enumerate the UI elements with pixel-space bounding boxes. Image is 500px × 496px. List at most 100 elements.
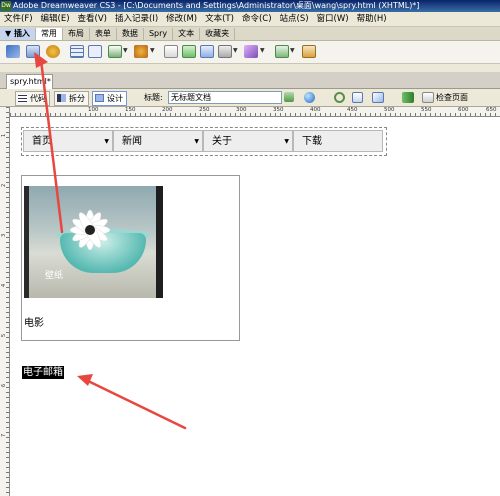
file-management-icon[interactable] — [284, 92, 294, 102]
menu-item-download[interactable]: 下载 — [293, 130, 383, 152]
menu-site[interactable]: 站点(S) — [276, 12, 313, 26]
check-page-button[interactable]: 检查页面 — [436, 91, 468, 104]
panel-gap — [0, 64, 500, 72]
comment-icon[interactable] — [200, 45, 214, 58]
ruler-tick-label: 200 — [162, 107, 173, 113]
selected-email-text[interactable]: 电子邮箱 — [22, 366, 64, 379]
submenu-arrow-icon: ▼ — [194, 138, 199, 145]
menu-item-news[interactable]: 新闻 ▼ — [113, 130, 203, 152]
tab-text[interactable]: 文本 — [173, 28, 201, 40]
photo-right-border — [156, 186, 163, 298]
design-view-button[interactable]: 设计 — [92, 91, 127, 106]
ruler-tick-label: 600 — [458, 107, 469, 113]
insert-icon-toolbar: ▼ ▼ ▼ ▼ ▼ — [0, 41, 500, 64]
hyperlink-icon[interactable] — [6, 45, 20, 58]
insert-bar: ▼ 插入 常用 布局 表单 数据 Spry 文本 收藏夹 — [0, 27, 500, 41]
validate-markup-icon[interactable] — [402, 92, 414, 103]
menu-file[interactable]: 文件(F) — [0, 12, 37, 26]
named-anchor-icon[interactable] — [46, 45, 60, 58]
ruler-tick-label: 500 — [384, 107, 395, 113]
vertical-ruler: 1 2 3 4 5 6 7 — [0, 107, 10, 496]
menu-help[interactable]: 帮助(H) — [353, 12, 391, 26]
spry-menu-bar[interactable]: 首页 ▼ 新闻 ▼ 关于 ▼ 下载 — [21, 127, 387, 156]
date-icon[interactable] — [164, 45, 178, 58]
submenu-item-movie[interactable]: 电影 — [24, 314, 44, 329]
submenu-arrow-icon: ▼ — [104, 138, 109, 145]
media-icon[interactable] — [134, 45, 148, 58]
script-icon[interactable] — [244, 45, 258, 58]
menu-commands[interactable]: 命令(C) — [238, 12, 276, 26]
code-view-button[interactable]: 代码 — [15, 91, 50, 106]
ruler-tick-label: 6 — [1, 383, 7, 387]
email-link-icon[interactable] — [26, 45, 40, 58]
split-view-button[interactable]: 拆分 — [54, 91, 89, 106]
submenu-arrow-icon: ▼ — [284, 138, 289, 145]
script-dropdown-icon[interactable]: ▼ — [260, 47, 265, 54]
tab-spry[interactable]: Spry — [144, 28, 174, 40]
insert-panel-toggle[interactable]: ▼ 插入 — [0, 28, 36, 40]
head-dropdown-icon[interactable]: ▼ — [233, 47, 238, 54]
tab-data[interactable]: 数据 — [117, 28, 144, 40]
page-title-input[interactable] — [168, 91, 282, 104]
templates-dropdown-icon[interactable]: ▼ — [290, 47, 295, 54]
ruler-tick-label: 300 — [236, 107, 247, 113]
table-icon[interactable] — [70, 45, 84, 58]
split-view-label: 拆分 — [69, 94, 85, 103]
document-toolbar: 代码 拆分 设计 标题: 检查页面 — [0, 89, 500, 107]
menu-item-label: 首页 — [32, 136, 52, 147]
tag-chooser-icon[interactable] — [302, 45, 316, 58]
refresh-design-view-icon[interactable] — [334, 92, 345, 103]
tab-layout[interactable]: 布局 — [63, 28, 90, 40]
menu-item-label: 关于 — [212, 136, 232, 147]
document-tab-strip: spry.html* — [0, 72, 500, 89]
server-side-include-icon[interactable] — [182, 45, 196, 58]
preview-in-browser-icon[interactable] — [304, 92, 315, 103]
page-title-label: 标题: — [144, 93, 163, 102]
code-view-icon — [18, 94, 27, 102]
document-tab[interactable]: spry.html* — [6, 74, 53, 89]
daisy-flower-image — [69, 209, 111, 251]
code-view-label: 代码 — [30, 94, 46, 103]
ruler-tick-label: 550 — [421, 107, 432, 113]
visual-aids-icon[interactable] — [372, 92, 384, 103]
check-browser-compatibility-icon[interactable] — [422, 92, 434, 103]
ruler-tick-label: 4 — [1, 283, 7, 287]
ruler-tick-label: 250 — [199, 107, 210, 113]
ruler-tick-label: 350 — [273, 107, 284, 113]
templates-icon[interactable] — [275, 45, 289, 58]
ruler-tick-label: 3 — [1, 233, 7, 237]
tab-favorites[interactable]: 收藏夹 — [200, 28, 236, 40]
ruler-tick-label: 100 — [88, 107, 99, 113]
design-view-icon — [95, 94, 104, 102]
head-tag-icon[interactable] — [218, 45, 232, 58]
horizontal-ruler: 100 150 200 250 300 350 400 450 500 550 … — [10, 107, 500, 117]
image-dropdown-icon[interactable]: ▼ — [123, 47, 128, 54]
menu-item-home[interactable]: 首页 ▼ — [23, 130, 113, 152]
menu-insert-record[interactable]: 插入记录(I) — [111, 12, 162, 26]
menu-modify[interactable]: 修改(M) — [162, 12, 201, 26]
split-view-icon — [57, 94, 66, 102]
ruler-tick-label: 5 — [1, 333, 7, 337]
menu-item-label: 新闻 — [122, 136, 142, 147]
tab-forms[interactable]: 表单 — [90, 28, 117, 40]
ruler-tick-label: 400 — [310, 107, 321, 113]
view-options-icon[interactable] — [352, 92, 363, 103]
media-dropdown-icon[interactable]: ▼ — [150, 47, 155, 54]
dreamweaver-app-icon: Dw — [1, 1, 11, 11]
photo-caption[interactable]: 壁纸 — [45, 268, 63, 281]
tab-common[interactable]: 常用 — [35, 28, 63, 40]
image-icon[interactable] — [108, 45, 122, 58]
layer-icon[interactable] — [88, 45, 102, 58]
menu-text[interactable]: 文本(T) — [201, 12, 238, 26]
title-bar: Dw Adobe Dreamweaver CS3 - [C:\Documents … — [0, 0, 500, 12]
ruler-tick-label: 1 — [1, 133, 7, 137]
menu-item-about[interactable]: 关于 ▼ — [203, 130, 293, 152]
menu-edit[interactable]: 编辑(E) — [37, 12, 74, 26]
ruler-tick-label: 2 — [1, 183, 7, 187]
ruler-tick-label: 150 — [125, 107, 136, 113]
window-title: Adobe Dreamweaver CS3 - [C:\Documents an… — [13, 1, 420, 10]
photo-left-border — [24, 186, 29, 298]
menu-window[interactable]: 窗口(W) — [313, 12, 353, 26]
menu-view[interactable]: 查看(V) — [74, 12, 111, 26]
menu-bar: 文件(F) 编辑(E) 查看(V) 插入记录(I) 修改(M) 文本(T) 命令(C) 站点(… — [0, 12, 500, 27]
